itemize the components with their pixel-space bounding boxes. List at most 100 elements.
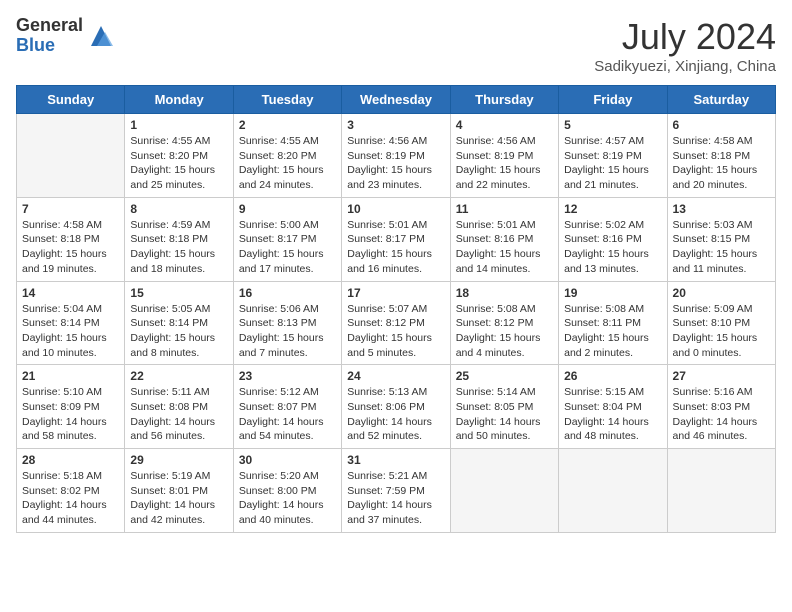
day-number: 8 — [130, 202, 227, 216]
day-number: 4 — [456, 118, 553, 132]
day-number: 26 — [564, 369, 661, 383]
calendar-cell: 8 Sunrise: 4:59 AM Sunset: 8:18 PM Daylig… — [125, 197, 233, 281]
calendar-cell: 28 Sunrise: 5:18 AM Sunset: 8:02 PM Dayli… — [17, 449, 125, 533]
calendar-cell: 17 Sunrise: 5:07 AM Sunset: 8:12 PM Dayli… — [342, 281, 450, 365]
day-of-week-header: Sunday — [17, 86, 125, 114]
day-of-week-header: Friday — [559, 86, 667, 114]
calendar-cell: 18Sunrise: 5:08 AM Sunset: 8:12 PM Dayli… — [450, 281, 558, 365]
day-info: Sunrise: 4:58 AM Sunset: 8:18 PM Dayligh… — [673, 134, 770, 193]
calendar-cell: 20Sunrise: 5:09 AM Sunset: 8:10 PM Dayli… — [667, 281, 775, 365]
day-info: Sunrise: 5:05 AM Sunset: 8:14 PM Dayligh… — [130, 302, 227, 361]
day-number: 24 — [347, 369, 444, 383]
day-info: Sunrise: 5:13 AM Sunset: 8:06 PM Dayligh… — [347, 385, 444, 444]
day-info: Sunrise: 4:57 AM Sunset: 8:19 PM Dayligh… — [564, 134, 661, 193]
calendar-cell: 31 Sunrise: 5:21 AM Sunset: 7:59 PM Dayli… — [342, 449, 450, 533]
calendar-cell: 13Sunrise: 5:03 AM Sunset: 8:15 PM Dayli… — [667, 197, 775, 281]
day-info: Sunrise: 5:11 AM Sunset: 8:08 PM Dayligh… — [130, 385, 227, 444]
calendar-week-row: 21 Sunrise: 5:10 AM Sunset: 8:09 PM Dayli… — [17, 365, 776, 449]
day-info: Sunrise: 4:56 AM Sunset: 8:19 PM Dayligh… — [347, 134, 444, 193]
day-info: Sunrise: 4:55 AM Sunset: 8:20 PM Dayligh… — [239, 134, 336, 193]
logo-general-text: General — [16, 16, 83, 36]
day-number: 9 — [239, 202, 336, 216]
calendar-week-row: 7Sunrise: 4:58 AM Sunset: 8:18 PM Daylig… — [17, 197, 776, 281]
day-info: Sunrise: 4:59 AM Sunset: 8:18 PM Dayligh… — [130, 218, 227, 277]
title-area: July 2024 Sadikyuezi, Xinjiang, China — [594, 16, 776, 75]
day-number: 10 — [347, 202, 444, 216]
day-number: 31 — [347, 453, 444, 467]
calendar-cell: 14 Sunrise: 5:04 AM Sunset: 8:14 PM Dayli… — [17, 281, 125, 365]
day-info: Sunrise: 5:19 AM Sunset: 8:01 PM Dayligh… — [130, 469, 227, 528]
day-number: 20 — [673, 286, 770, 300]
calendar-cell: 7Sunrise: 4:58 AM Sunset: 8:18 PM Daylig… — [17, 197, 125, 281]
calendar-cell: 27 Sunrise: 5:16 AM Sunset: 8:03 PM Dayli… — [667, 365, 775, 449]
day-of-week-header: Tuesday — [233, 86, 341, 114]
calendar-cell: 24 Sunrise: 5:13 AM Sunset: 8:06 PM Dayli… — [342, 365, 450, 449]
day-info: Sunrise: 5:04 AM Sunset: 8:14 PM Dayligh… — [22, 302, 119, 361]
day-number: 15 — [130, 286, 227, 300]
day-number: 14 — [22, 286, 119, 300]
day-number: 29 — [130, 453, 227, 467]
day-info: Sunrise: 4:55 AM Sunset: 8:20 PM Dayligh… — [130, 134, 227, 193]
day-info: Sunrise: 5:03 AM Sunset: 8:15 PM Dayligh… — [673, 218, 770, 277]
calendar-cell: 21 Sunrise: 5:10 AM Sunset: 8:09 PM Dayli… — [17, 365, 125, 449]
day-info: Sunrise: 5:18 AM Sunset: 8:02 PM Dayligh… — [22, 469, 119, 528]
calendar-week-row: 1 Sunrise: 4:55 AM Sunset: 8:20 PM Daylig… — [17, 114, 776, 198]
day-info: Sunrise: 5:16 AM Sunset: 8:03 PM Dayligh… — [673, 385, 770, 444]
day-number: 19 — [564, 286, 661, 300]
calendar-body: 1 Sunrise: 4:55 AM Sunset: 8:20 PM Daylig… — [17, 114, 776, 533]
month-year-title: July 2024 — [594, 16, 776, 58]
calendar-cell: 16 Sunrise: 5:06 AM Sunset: 8:13 PM Dayli… — [233, 281, 341, 365]
day-number: 27 — [673, 369, 770, 383]
calendar-table: SundayMondayTuesdayWednesdayThursdayFrid… — [16, 85, 776, 533]
day-of-week-header: Thursday — [450, 86, 558, 114]
calendar-header: SundayMondayTuesdayWednesdayThursdayFrid… — [17, 86, 776, 114]
location-subtitle: Sadikyuezi, Xinjiang, China — [594, 58, 776, 75]
day-info: Sunrise: 5:01 AM Sunset: 8:16 PM Dayligh… — [456, 218, 553, 277]
day-number: 12 — [564, 202, 661, 216]
calendar-cell: 30Sunrise: 5:20 AM Sunset: 8:00 PM Dayli… — [233, 449, 341, 533]
calendar-week-row: 28 Sunrise: 5:18 AM Sunset: 8:02 PM Dayli… — [17, 449, 776, 533]
day-info: Sunrise: 5:06 AM Sunset: 8:13 PM Dayligh… — [239, 302, 336, 361]
day-info: Sunrise: 5:15 AM Sunset: 8:04 PM Dayligh… — [564, 385, 661, 444]
day-number: 1 — [130, 118, 227, 132]
day-number: 21 — [22, 369, 119, 383]
day-number: 2 — [239, 118, 336, 132]
day-info: Sunrise: 5:12 AM Sunset: 8:07 PM Dayligh… — [239, 385, 336, 444]
day-number: 17 — [347, 286, 444, 300]
calendar-cell: 5 Sunrise: 4:57 AM Sunset: 8:19 PM Daylig… — [559, 114, 667, 198]
day-number: 16 — [239, 286, 336, 300]
logo-blue-text: Blue — [16, 36, 83, 56]
calendar-cell — [667, 449, 775, 533]
day-info: Sunrise: 4:56 AM Sunset: 8:19 PM Dayligh… — [456, 134, 553, 193]
page-header: General Blue July 2024 Sadikyuezi, Xinji… — [16, 16, 776, 75]
day-number: 28 — [22, 453, 119, 467]
day-info: Sunrise: 5:14 AM Sunset: 8:05 PM Dayligh… — [456, 385, 553, 444]
day-number: 3 — [347, 118, 444, 132]
day-info: Sunrise: 5:21 AM Sunset: 7:59 PM Dayligh… — [347, 469, 444, 528]
calendar-cell: 3 Sunrise: 4:56 AM Sunset: 8:19 PM Daylig… — [342, 114, 450, 198]
calendar-cell: 2 Sunrise: 4:55 AM Sunset: 8:20 PM Daylig… — [233, 114, 341, 198]
day-number: 30 — [239, 453, 336, 467]
day-info: Sunrise: 5:00 AM Sunset: 8:17 PM Dayligh… — [239, 218, 336, 277]
day-of-week-header: Wednesday — [342, 86, 450, 114]
day-info: Sunrise: 4:58 AM Sunset: 8:18 PM Dayligh… — [22, 218, 119, 277]
day-number: 22 — [130, 369, 227, 383]
day-info: Sunrise: 5:10 AM Sunset: 8:09 PM Dayligh… — [22, 385, 119, 444]
calendar-cell: 4 Sunrise: 4:56 AM Sunset: 8:19 PM Daylig… — [450, 114, 558, 198]
calendar-cell — [450, 449, 558, 533]
calendar-cell: 15 Sunrise: 5:05 AM Sunset: 8:14 PM Dayli… — [125, 281, 233, 365]
day-number: 23 — [239, 369, 336, 383]
day-number: 25 — [456, 369, 553, 383]
logo: General Blue — [16, 16, 115, 56]
calendar-cell: 12Sunrise: 5:02 AM Sunset: 8:16 PM Dayli… — [559, 197, 667, 281]
day-of-week-header: Monday — [125, 86, 233, 114]
calendar-cell: 29 Sunrise: 5:19 AM Sunset: 8:01 PM Dayli… — [125, 449, 233, 533]
calendar-cell — [559, 449, 667, 533]
day-number: 5 — [564, 118, 661, 132]
days-of-week-row: SundayMondayTuesdayWednesdayThursdayFrid… — [17, 86, 776, 114]
logo-icon — [87, 22, 115, 50]
calendar-cell: 10Sunrise: 5:01 AM Sunset: 8:17 PM Dayli… — [342, 197, 450, 281]
calendar-cell: 6Sunrise: 4:58 AM Sunset: 8:18 PM Daylig… — [667, 114, 775, 198]
day-info: Sunrise: 5:07 AM Sunset: 8:12 PM Dayligh… — [347, 302, 444, 361]
calendar-cell — [17, 114, 125, 198]
